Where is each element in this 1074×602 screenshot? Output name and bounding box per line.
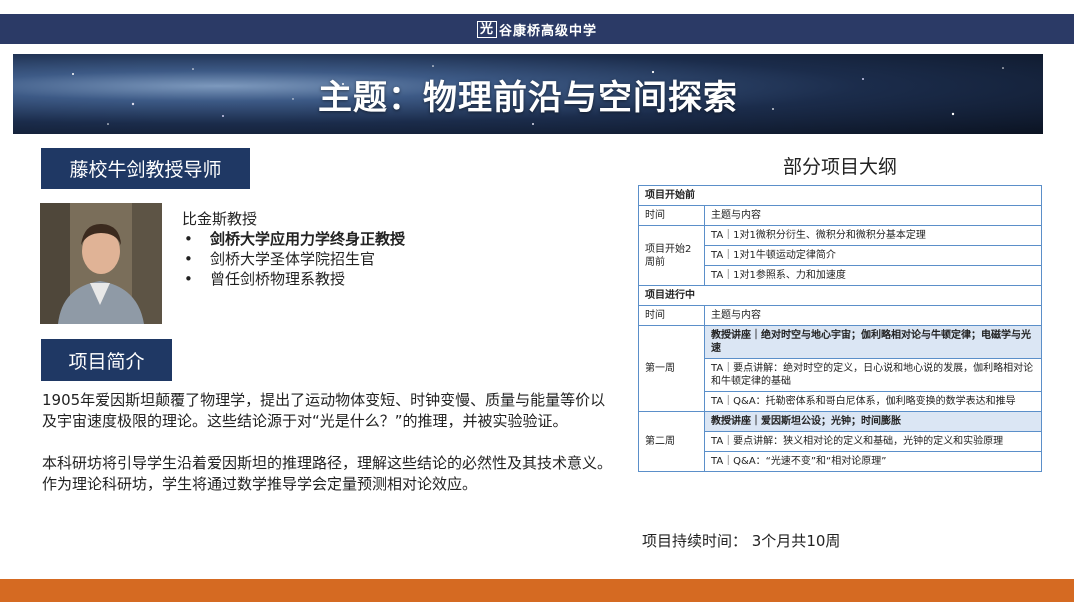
- table-row: 项目开始前: [638, 185, 1042, 206]
- table-row: 第二周 教授讲座｜爱因斯坦公设；光钟；时间膨胀: [638, 411, 1042, 472]
- table-row: 项目进行中: [638, 285, 1042, 306]
- table-row: 项目开始2周前 TA｜1对1微积分衍生、微积分和微积分基本定理: [638, 225, 1042, 286]
- bullet-icon: •: [184, 230, 193, 248]
- outline-table: 项目开始前 时间 主题与内容 项目开始2周前 TA｜1对1微积分衍生、微积分和微…: [638, 185, 1042, 472]
- professor-info: 比金斯教授 • 剑桥大学应用力学终身正教授 • 剑桥大学圣体学院招生官 • 曾任剑桥物…: [182, 209, 512, 289]
- week2-label: 第二周: [638, 411, 705, 472]
- table-row: 时间 主题与内容: [638, 305, 1042, 326]
- before-period: 项目开始2周前: [638, 225, 705, 286]
- bottom-bar: [0, 579, 1074, 602]
- intro-text: 1905年爱因斯坦颠覆了物理学，提出了运动物体变短、时钟变慢、质量与能量等价以及…: [42, 390, 617, 516]
- top-bar: 光 谷康桥高级中学: [0, 14, 1074, 44]
- table-row: 第一周 教授讲座｜绝对时空与地心宇宙；伽利略相对论与牛顿定律；电磁学与光速: [638, 325, 1042, 412]
- professor-name: 比金斯教授: [182, 210, 258, 228]
- credential-item: • 剑桥大学圣体学院招生官: [184, 250, 376, 268]
- professor-section-label: 藤校牛剑教授导师: [41, 148, 250, 189]
- during-header: 项目进行中: [638, 285, 1042, 306]
- intro-paragraph: 1905年爱因斯坦颠覆了物理学，提出了运动物体变短、时钟变慢、质量与能量等价以及…: [42, 391, 606, 430]
- intro-section-label: 项目简介: [41, 339, 172, 381]
- title-banner: 主题：物理前沿与空间探索: [13, 54, 1043, 134]
- duration-text: 项目持续时间： 3个月共10周: [642, 532, 841, 550]
- professor-photo: [40, 203, 162, 324]
- page-title: 主题：物理前沿与空间探索: [318, 77, 738, 118]
- intro-paragraph: 本科研坊将引导学生沿着爱因斯坦的推理路径，理解这些结论的必然性及其技术意义。作为…: [42, 454, 613, 493]
- school-logo: 光 谷康桥高级中学: [476, 20, 598, 39]
- logo-mark: 光: [476, 20, 497, 38]
- outline-title: 部分项目大纲: [782, 156, 897, 178]
- school-name: 谷康桥高级中学: [499, 23, 598, 39]
- professor-credentials: • 剑桥大学应用力学终身正教授 • 剑桥大学圣体学院招生官 • 曾任剑桥物理系教授: [182, 229, 512, 289]
- bullet-icon: •: [184, 250, 193, 268]
- before-header: 项目开始前: [638, 185, 1042, 206]
- table-row: 时间 主题与内容: [638, 205, 1042, 226]
- week1-label: 第一周: [638, 325, 705, 412]
- credential-item: • 曾任剑桥物理系教授: [184, 270, 346, 288]
- bullet-icon: •: [184, 270, 193, 288]
- credential-item: • 剑桥大学应用力学终身正教授: [184, 230, 406, 248]
